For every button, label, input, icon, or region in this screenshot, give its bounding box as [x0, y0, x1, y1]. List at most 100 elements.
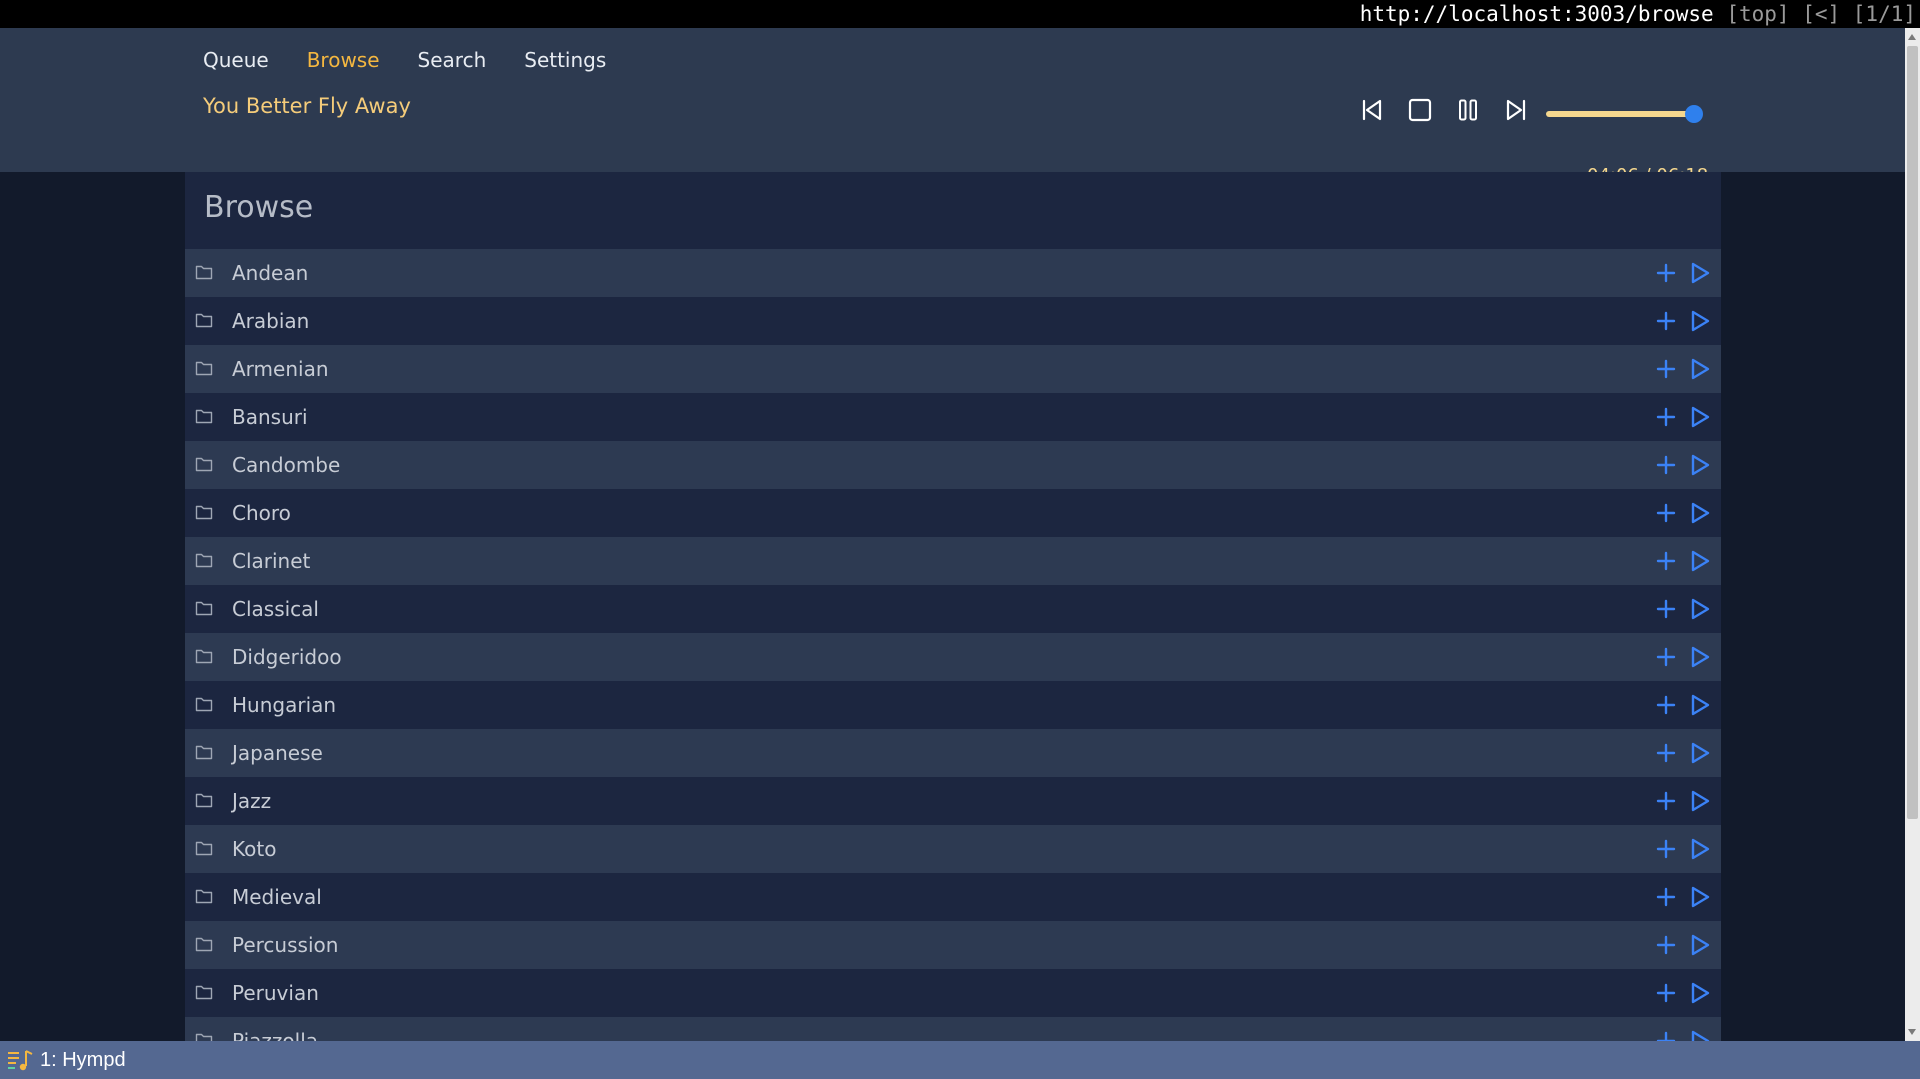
now-playing-title: You Better Fly Away	[203, 94, 411, 118]
folder-row[interactable]: Peruvian	[185, 969, 1721, 1017]
add-to-queue-icon[interactable]	[1655, 598, 1677, 620]
pause-button[interactable]	[1452, 94, 1484, 126]
folder-name: Andean	[232, 261, 309, 285]
play-icon[interactable]	[1689, 309, 1711, 333]
stop-button[interactable]	[1404, 94, 1436, 126]
folder-icon	[195, 601, 213, 616]
play-icon[interactable]	[1689, 597, 1711, 621]
play-icon[interactable]	[1689, 261, 1711, 285]
folder-icon	[195, 649, 213, 664]
scrollbar-thumb[interactable]	[1907, 46, 1918, 819]
add-to-queue-icon[interactable]	[1655, 358, 1677, 380]
folder-row[interactable]: Koto	[185, 825, 1721, 873]
play-icon[interactable]	[1689, 1029, 1711, 1041]
folder-row[interactable]: Didgeridoo	[185, 633, 1721, 681]
page-scrollbar[interactable]	[1905, 28, 1920, 1041]
add-to-queue-icon[interactable]	[1655, 502, 1677, 524]
folder-row[interactable]: Choro	[185, 489, 1721, 537]
folder-row[interactable]: Hungarian	[185, 681, 1721, 729]
add-to-queue-icon[interactable]	[1655, 454, 1677, 476]
folder-row[interactable]: Classical	[185, 585, 1721, 633]
folder-row[interactable]: Candombe	[185, 441, 1721, 489]
play-icon[interactable]	[1689, 357, 1711, 381]
pause-icon	[1459, 99, 1477, 121]
folder-icon	[195, 457, 213, 472]
nav-browse[interactable]: Browse	[307, 48, 380, 72]
folder-row[interactable]: Bansuri	[185, 393, 1721, 441]
stop-icon	[1408, 98, 1432, 122]
play-icon[interactable]	[1689, 645, 1711, 669]
folder-row[interactable]: Armenian	[185, 345, 1721, 393]
nav-queue[interactable]: Queue	[203, 48, 269, 72]
folder-icon	[195, 841, 213, 856]
folder-row[interactable]: Percussion	[185, 921, 1721, 969]
folder-icon	[195, 505, 213, 520]
nav-settings[interactable]: Settings	[524, 48, 606, 72]
scroll-down-arrow[interactable]	[1908, 1029, 1916, 1035]
add-to-queue-icon[interactable]	[1655, 406, 1677, 428]
folder-list: Andean Arabian Armenian Bansuri Candombe Chor…	[185, 249, 1721, 1041]
scroll-up-arrow[interactable]	[1908, 34, 1916, 40]
play-icon[interactable]	[1689, 789, 1711, 813]
add-to-queue-icon[interactable]	[1655, 934, 1677, 956]
next-icon	[1506, 99, 1526, 121]
play-icon[interactable]	[1689, 549, 1711, 573]
add-to-queue-icon[interactable]	[1655, 982, 1677, 1004]
player-header: Queue Browse Search Settings You Better …	[0, 28, 1905, 186]
folder-icon	[195, 361, 213, 376]
add-to-queue-icon[interactable]	[1655, 310, 1677, 332]
browser-url-bar: http://localhost:3003/browse [top] [<] […	[0, 0, 1920, 28]
folder-name: Medieval	[232, 885, 322, 909]
folder-name: Arabian	[232, 309, 310, 333]
add-to-queue-icon[interactable]	[1655, 838, 1677, 860]
add-to-queue-icon[interactable]	[1655, 550, 1677, 572]
play-icon[interactable]	[1689, 453, 1711, 477]
play-icon[interactable]	[1689, 837, 1711, 861]
folder-row[interactable]: Japanese	[185, 729, 1721, 777]
add-to-queue-icon[interactable]	[1655, 262, 1677, 284]
play-icon[interactable]	[1689, 981, 1711, 1005]
play-icon[interactable]	[1689, 741, 1711, 765]
folder-name: Percussion	[232, 933, 339, 957]
volume-slider[interactable]	[1546, 105, 1704, 123]
folder-icon	[195, 745, 213, 760]
folder-row[interactable]: Arabian	[185, 297, 1721, 345]
add-to-queue-icon[interactable]	[1655, 790, 1677, 812]
playback-controls	[1356, 94, 1532, 126]
folder-name: Didgeridoo	[232, 645, 342, 669]
add-to-queue-icon[interactable]	[1655, 1030, 1677, 1041]
folder-icon	[195, 697, 213, 712]
play-icon[interactable]	[1689, 501, 1711, 525]
folder-row[interactable]: Jazz	[185, 777, 1721, 825]
play-icon[interactable]	[1689, 933, 1711, 957]
play-icon[interactable]	[1689, 693, 1711, 717]
volume-knob[interactable]	[1685, 105, 1704, 123]
folder-icon	[195, 313, 213, 328]
folder-icon	[195, 889, 213, 904]
folder-name: Piazzolla	[232, 1029, 319, 1041]
next-button[interactable]	[1500, 94, 1532, 126]
add-to-queue-icon[interactable]	[1655, 694, 1677, 716]
add-to-queue-icon[interactable]	[1655, 886, 1677, 908]
previous-icon	[1362, 99, 1382, 121]
folder-name: Japanese	[232, 741, 323, 765]
previous-button[interactable]	[1356, 94, 1388, 126]
folder-name: Classical	[232, 597, 319, 621]
folder-row[interactable]: Clarinet	[185, 537, 1721, 585]
folder-row[interactable]: Andean	[185, 249, 1721, 297]
add-to-queue-icon[interactable]	[1655, 646, 1677, 668]
folder-icon	[195, 1033, 213, 1041]
folder-name: Armenian	[232, 357, 329, 381]
add-to-queue-icon[interactable]	[1655, 742, 1677, 764]
folder-name: Candombe	[232, 453, 341, 477]
nav-search[interactable]: Search	[418, 48, 487, 72]
folder-row[interactable]: Medieval	[185, 873, 1721, 921]
volume-track	[1546, 111, 1702, 117]
play-icon[interactable]	[1689, 885, 1711, 909]
taskbar-item-hympd[interactable]: 1: Hympd	[6, 1041, 126, 1079]
play-icon[interactable]	[1689, 405, 1711, 429]
folder-row[interactable]: Piazzolla	[185, 1017, 1721, 1041]
folder-icon	[195, 937, 213, 952]
folder-icon	[195, 265, 213, 280]
music-app-icon	[8, 1050, 33, 1071]
